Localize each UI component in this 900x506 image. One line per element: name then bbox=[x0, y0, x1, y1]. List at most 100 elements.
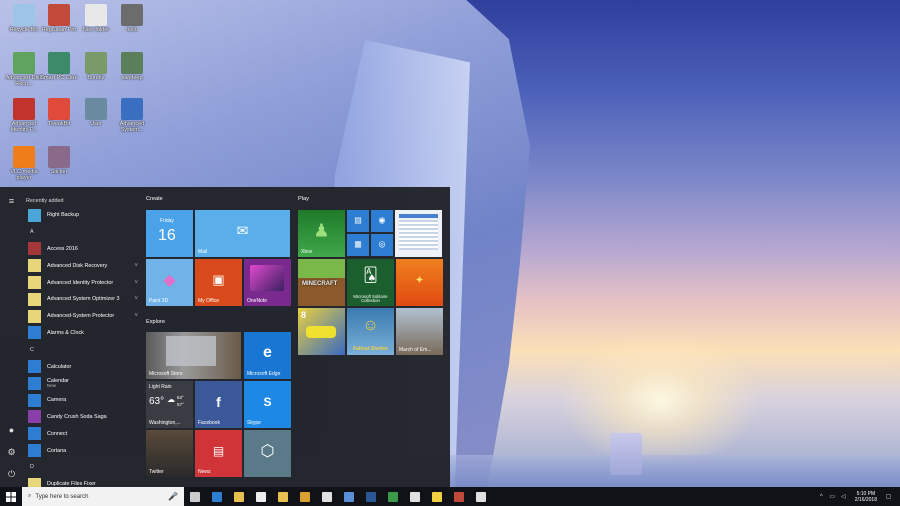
word-icon[interactable] bbox=[360, 487, 382, 506]
tile-xbox[interactable]: ♟ Xbox bbox=[298, 210, 345, 257]
desktop-icon[interactable]: Advanced Identity P... bbox=[4, 98, 44, 134]
app-list-item[interactable]: Advanced Identity Protector ˅ bbox=[26, 274, 138, 291]
app-list-item[interactable]: Cortana bbox=[26, 442, 138, 459]
notification-icon[interactable]: ▢ bbox=[883, 493, 894, 500]
app-list-item[interactable]: Advanced System Optimizer 3 ˅ bbox=[26, 291, 138, 308]
app-list-item[interactable]: Calculator bbox=[26, 358, 138, 375]
chevron-down-icon[interactable]: ˅ bbox=[134, 313, 138, 319]
desktop-icon[interactable]: Bundle bbox=[76, 52, 116, 81]
search-box[interactable]: ⌕ Type here to search 🎤 bbox=[22, 487, 184, 506]
volume-icon[interactable]: ◁ bbox=[838, 493, 849, 500]
app-list-item[interactable]: Camera bbox=[26, 392, 138, 409]
folder-icon[interactable] bbox=[272, 487, 294, 506]
paint-icon[interactable] bbox=[448, 487, 470, 506]
tile-calendar[interactable]: Friday 16 bbox=[146, 210, 193, 257]
desktop-icon[interactable]: TweakBit bbox=[39, 98, 79, 127]
tile-solitaire[interactable]: 🂡 Microsoft Solitaire Collection bbox=[347, 259, 394, 306]
app-list-item[interactable]: Duplicate Files Fixer bbox=[26, 476, 138, 487]
app-list-item[interactable]: Access 2016 bbox=[26, 241, 138, 258]
desktop-icon[interactable]: Advanced System... bbox=[112, 98, 152, 134]
app-list-item[interactable]: Calendar New bbox=[26, 375, 138, 392]
app-list-letter[interactable]: D bbox=[26, 459, 138, 476]
tile-minecraft[interactable]: MINECRAFT bbox=[298, 259, 345, 306]
chevron-down-icon[interactable]: ˅ bbox=[134, 280, 138, 286]
tile-label-news: News bbox=[198, 469, 211, 475]
start-button[interactable] bbox=[0, 487, 22, 506]
clock[interactable]: 5:10 PM 2/16/2018 bbox=[855, 491, 877, 503]
tile-myoffice[interactable]: ▣ My Office bbox=[195, 259, 242, 306]
tile-news[interactable]: ▤ News bbox=[195, 430, 242, 477]
mail-icon[interactable] bbox=[316, 487, 338, 506]
onenote-preview bbox=[250, 265, 284, 291]
store-icon[interactable] bbox=[250, 487, 272, 506]
user-icon[interactable]: ● bbox=[5, 424, 18, 437]
app-list-letter[interactable]: C bbox=[26, 341, 138, 358]
desktop-icon[interactable]: RegClean Pro bbox=[39, 4, 79, 33]
tile-facebook[interactable]: f Facebook bbox=[195, 381, 242, 428]
desktop-icon[interactable]: sandeep bbox=[112, 52, 152, 81]
app-list-item[interactable]: Connect bbox=[26, 425, 138, 442]
tile-store[interactable]: Microsoft Store bbox=[146, 332, 241, 379]
desktop-icon-label: New folder bbox=[82, 27, 110, 33]
tile-game-orange[interactable]: ✦ bbox=[396, 259, 443, 306]
app-list-item[interactable]: Right Backup bbox=[26, 207, 138, 224]
tile-twitter[interactable]: Twitter bbox=[146, 430, 193, 477]
tile-skype[interactable]: S Skype bbox=[244, 381, 291, 428]
tile-label-store: Microsoft Store bbox=[149, 371, 183, 377]
settings-icon[interactable] bbox=[470, 487, 492, 506]
microphone-icon[interactable]: 🎤 bbox=[168, 492, 178, 501]
desktop-icon[interactable]: Smart PC Care bbox=[39, 52, 79, 81]
app-list-item[interactable]: Advanced-System Protector ˅ bbox=[26, 308, 138, 325]
network-icon[interactable]: ▭ bbox=[827, 493, 838, 500]
desktop-icon[interactable]: VLC media player bbox=[4, 146, 44, 182]
desktop-icon[interactable]: Recycle Bin bbox=[4, 4, 44, 33]
tile-paint3d[interactable]: ◆ Paint 3D bbox=[146, 259, 193, 306]
calculator-icon[interactable] bbox=[404, 487, 426, 506]
tile-onenote[interactable]: OneNote bbox=[244, 259, 291, 306]
chrome-icon[interactable] bbox=[294, 487, 316, 506]
sticky-glyph bbox=[344, 491, 354, 502]
app-label: Connect bbox=[47, 430, 68, 437]
hamburger-icon[interactable]: ≡ bbox=[5, 195, 18, 208]
tile-mail[interactable]: ✉ Mail bbox=[195, 210, 290, 257]
app-list-letter[interactable]: A bbox=[26, 224, 138, 241]
file-explorer-glyph bbox=[234, 491, 244, 502]
desktop-icon[interactable]: Advanced Disk Reco... bbox=[4, 52, 44, 88]
edge-icon: e bbox=[263, 344, 272, 362]
app-list-item[interactable]: Alarms & Clock bbox=[26, 325, 138, 342]
app-list-item[interactable]: Advanced Disk Recovery ˅ bbox=[26, 257, 138, 274]
power-icon[interactable]: ⏻ bbox=[5, 468, 18, 481]
tile-movies[interactable]: ▤ bbox=[347, 210, 369, 232]
notes-icon[interactable] bbox=[426, 487, 448, 506]
tile-hex[interactable]: ⬡ bbox=[244, 430, 291, 477]
chevron-up-icon[interactable]: ^ bbox=[816, 494, 827, 500]
tile-calculator[interactable]: ▦ bbox=[347, 234, 369, 256]
app-label: Advanced-System Protector bbox=[47, 313, 115, 320]
edge-icon[interactable] bbox=[206, 487, 228, 506]
sticky-icon[interactable] bbox=[338, 487, 360, 506]
file-explorer-icon[interactable] bbox=[228, 487, 250, 506]
tile-fallout[interactable]: ☺ Fallout Shelter bbox=[347, 308, 394, 355]
app-icon[interactable] bbox=[382, 487, 404, 506]
desktop-icon-image bbox=[121, 98, 143, 120]
tile-screenshot[interactable] bbox=[395, 210, 442, 257]
app-list-item[interactable]: Candy Crush Soda Saga bbox=[26, 409, 138, 426]
desktop-icon[interactable]: hello bbox=[112, 4, 152, 33]
task-view-icon[interactable] bbox=[184, 487, 206, 506]
desktop-icon[interactable]: Sticker bbox=[39, 146, 79, 175]
tile-racing[interactable]: 8 bbox=[298, 308, 345, 355]
tile-groove[interactable]: ◉ bbox=[371, 210, 393, 232]
car-shape bbox=[306, 326, 336, 338]
gear-icon[interactable]: ⚙ bbox=[5, 446, 18, 459]
chevron-down-icon[interactable]: ˅ bbox=[134, 263, 138, 269]
tile-weather[interactable]: Light Rain 63° ☁ 63° 57° Washington,... bbox=[146, 381, 193, 428]
tile-empires[interactable]: March of Em... bbox=[396, 308, 443, 355]
desktop-icon[interactable]: User bbox=[76, 98, 116, 127]
desktop-icon-label: VLC media player bbox=[10, 169, 38, 182]
tile-edge[interactable]: e Microsoft Edge bbox=[244, 332, 291, 379]
chevron-down-icon[interactable]: ˅ bbox=[134, 296, 138, 302]
app-icon bbox=[28, 309, 41, 323]
desktop-icon[interactable]: New folder bbox=[76, 4, 116, 33]
tile-camera[interactable]: ◎ bbox=[371, 234, 393, 256]
news-icon: ▤ bbox=[212, 444, 225, 459]
